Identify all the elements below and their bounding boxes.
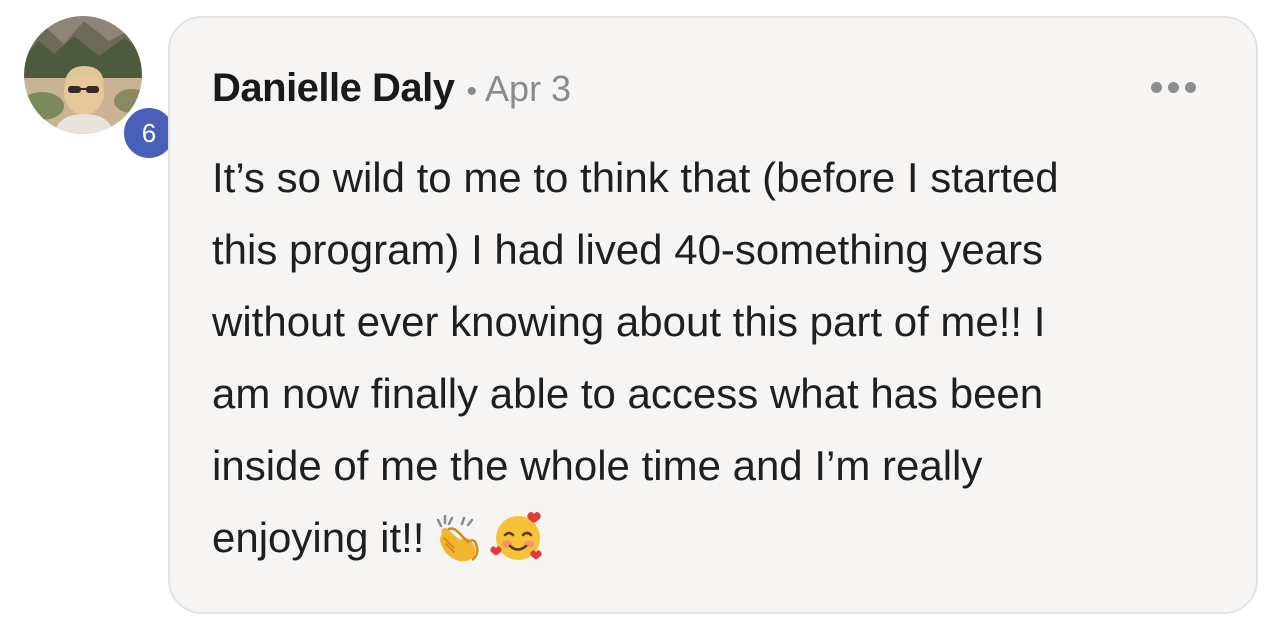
comment-date[interactable]: Apr 3 <box>485 68 571 110</box>
comment-bubble: Danielle Daly • Apr 3 It’s so wild to me… <box>168 16 1258 614</box>
separator-dot: • <box>466 75 478 108</box>
comment-line: am now finally able to access what has b… <box>212 370 1044 417</box>
clapping-hands-icon <box>430 510 484 586</box>
more-dot <box>1185 82 1196 93</box>
more-dot <box>1151 82 1162 93</box>
more-horizontal-icon[interactable] <box>1151 82 1196 93</box>
comment-header: Danielle Daly • Apr 3 <box>212 66 571 111</box>
author-name[interactable]: Danielle Daly <box>212 66 455 111</box>
comment-body: It’s so wild to me to think that (before… <box>212 142 1222 586</box>
smiling-face-with-hearts-icon <box>490 508 546 586</box>
comment-line: enjoying it!! <box>212 514 425 561</box>
avatar-container[interactable]: 6 <box>24 16 178 162</box>
comment-line: It’s so wild to me to think that (before… <box>212 154 1059 201</box>
more-dot <box>1168 82 1179 93</box>
comment-line: this program) I had lived 40-something y… <box>212 226 1044 273</box>
comment-line: inside of me the whole time and I’m real… <box>212 442 983 489</box>
comment-last-line: enjoying it!! <box>212 502 1222 586</box>
comment-view: 6 Danielle Daly • Apr 3 It’s so wild to … <box>0 0 1284 637</box>
comment-line: without ever knowing about this part of … <box>212 298 1046 345</box>
